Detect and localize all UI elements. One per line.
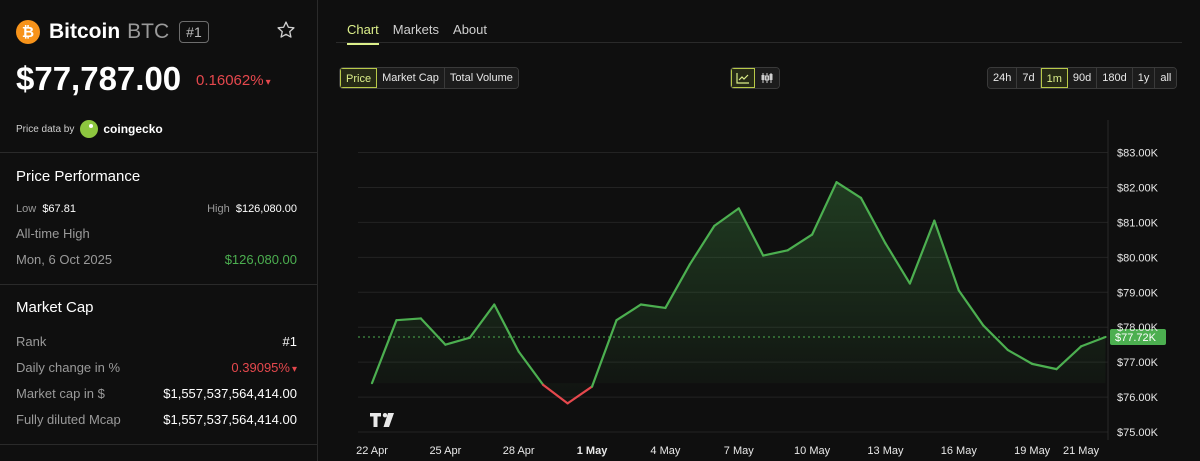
price-change-value: 0.16062% [196, 72, 264, 89]
y-tick-label: $81.00K [1117, 217, 1159, 229]
market-cap-label: Market cap in $ [16, 386, 105, 401]
chart-area [372, 182, 1106, 404]
star-icon[interactable] [276, 20, 296, 40]
daily-change-value: 0.39095% [231, 360, 290, 375]
price-area-fill [372, 182, 1106, 404]
y-tick-label: $79.00K [1117, 287, 1159, 299]
down-arrow-icon: ▾ [265, 77, 271, 88]
price-source: Price data by coingecko [16, 120, 163, 138]
x-tick-label: 25 Apr [429, 445, 461, 457]
x-tick-label: 16 May [941, 445, 978, 457]
high-value: $126,080.00 [235, 203, 297, 215]
y-tick-label: $83.00K [1117, 148, 1159, 160]
low-high-row: Low $67.81 High $126,080.00 [16, 203, 297, 215]
x-tick-label: 1 May [577, 445, 608, 457]
high-label: High [207, 203, 230, 215]
divider [0, 284, 318, 285]
fdv-row: Fully diluted Mcap $1,557,537,564,414.00 [16, 412, 297, 427]
market-cap-value: $1,557,537,564,414.00 [163, 386, 297, 401]
x-tick-label: 19 May [1014, 445, 1051, 457]
y-tick-label: $82.00K [1117, 182, 1159, 194]
fdv-value: $1,557,537,564,414.00 [163, 412, 297, 427]
tradingview-logo[interactable] [370, 413, 394, 427]
chart-panel: Chart Markets About Price Market Cap Tot… [318, 0, 1200, 461]
ath-label: All-time High [16, 226, 90, 241]
y-tick-label: $80.00K [1117, 252, 1159, 264]
low-value: $67.81 [42, 203, 76, 215]
price-source-label: Price data by [16, 123, 75, 135]
daily-change-row: Daily change in % 0.39095% ▾ [16, 360, 297, 375]
coingecko-logo-icon [80, 120, 99, 138]
rank-badge: #1 [179, 21, 209, 43]
market-cap-title: Market Cap [16, 299, 94, 316]
coin-header: ₿ Bitcoin BTC #1 [16, 19, 209, 45]
y-tick-label: $75.00K [1117, 427, 1159, 439]
ath-date: Mon, 6 Oct 2025 [16, 252, 113, 267]
x-tick-label: 22 Apr [356, 445, 388, 457]
bitcoin-logo-icon: ₿ [16, 20, 40, 44]
x-tick-label: 28 Apr [503, 445, 535, 457]
market-cap-row: Market cap in $ $1,557,537,564,414.00 [16, 386, 297, 401]
coin-symbol: BTC [127, 20, 170, 43]
price-performance-title: Price Performance [16, 168, 141, 185]
rank-value: #1 [282, 334, 297, 349]
y-axis: $83.00K $82.00K $81.00K $80.00K $79.00K $78.0… [1117, 148, 1159, 440]
y-tick-label: $78.00K [1117, 322, 1159, 334]
down-arrow-icon: ▾ [291, 364, 297, 375]
ath-label-row: All-time High [16, 226, 297, 241]
x-tick-label: 7 May [724, 445, 754, 457]
low-label: Low [16, 203, 37, 215]
x-tick-label: 10 May [794, 445, 831, 457]
coingecko-link[interactable]: coingecko [103, 122, 162, 136]
ath-row: Mon, 6 Oct 2025 $126,080.00 [16, 252, 297, 267]
coin-name: Bitcoin [49, 20, 121, 43]
divider [0, 152, 318, 153]
coin-sidebar: ₿ Bitcoin BTC #1 $77,787.00 0.16062% ▾ Pr… [0, 0, 318, 461]
x-axis: 22 Apr 25 Apr 28 Apr 1 May 4 May 7 May 10 May 1… [356, 445, 1099, 457]
daily-change-label: Daily change in % [16, 360, 121, 375]
y-tick-label: $77.00K [1117, 357, 1159, 369]
rank-label: Rank [16, 334, 47, 349]
ath-value: $126,080.00 [224, 252, 297, 267]
fdv-label: Fully diluted Mcap [16, 412, 121, 427]
price-change: 0.16062% ▾ [196, 72, 271, 89]
price-chart[interactable]: $77.72K $83.00K$82.00K$81.00K$80.00K$79.… [318, 0, 1200, 461]
x-tick-label: 21 May [1063, 445, 1100, 457]
current-price: $77,787.00 [16, 60, 182, 97]
x-tick-label: 13 May [867, 445, 904, 457]
rank-row: Rank #1 [16, 334, 297, 349]
divider [0, 444, 318, 445]
y-tick-label: $76.00K [1117, 392, 1159, 404]
x-tick-label: 4 May [650, 445, 680, 457]
